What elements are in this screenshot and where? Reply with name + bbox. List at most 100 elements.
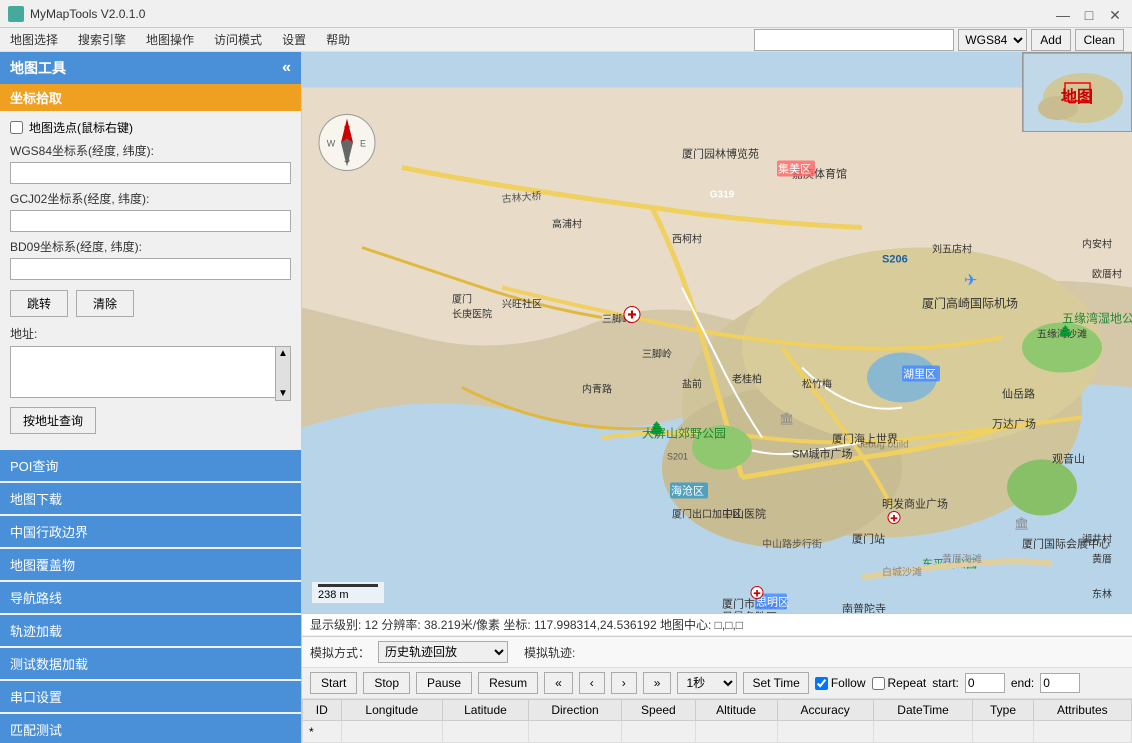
menu-item-搜索引擎[interactable]: 搜索引擎	[68, 29, 136, 50]
svg-text:S: S	[344, 155, 350, 165]
menu-item-帮助[interactable]: 帮助	[316, 29, 360, 50]
clean-button[interactable]: Clean	[1075, 29, 1124, 51]
svg-text:厦门园林博览苑: 厦门园林博览苑	[682, 147, 759, 161]
svg-text:仙岳路: 仙岳路	[1002, 388, 1035, 401]
row-marker: *	[303, 721, 342, 743]
start-button[interactable]: Start	[310, 672, 357, 694]
map-pick-label: 地图选点(鼠标右键)	[29, 119, 133, 136]
cell-9	[1033, 721, 1131, 743]
debug-text: debug build	[857, 440, 909, 451]
mini-map[interactable]: 地图	[1022, 52, 1132, 132]
cell-5	[695, 721, 777, 743]
section-coordinate: 坐标拾取	[0, 84, 301, 111]
nav-item-中国行政边界[interactable]: 中国行政边界	[0, 516, 301, 547]
end-value-input[interactable]	[1040, 673, 1080, 693]
maximize-button[interactable]: □	[1080, 6, 1098, 24]
start-value-input[interactable]	[965, 673, 1005, 693]
repeat-checkbox-label: Repeat	[872, 676, 927, 690]
nav-item-导航路线[interactable]: 导航路线	[0, 582, 301, 613]
map-container[interactable]: 古林大桥 S206 S201 G319 嘉庚体育馆 厦门园林博览苑 集美区 厦门…	[302, 52, 1132, 743]
svg-text:松竹梅: 松竹梅	[802, 378, 832, 391]
collapse-button[interactable]: «	[282, 59, 291, 77]
svg-text:老桂柏: 老桂柏	[732, 373, 762, 386]
next-next-button[interactable]: »	[643, 672, 672, 694]
address-query-button[interactable]: 按地址查询	[10, 407, 96, 434]
col-id: ID	[303, 700, 342, 721]
menu-item-地图选择[interactable]: 地图选择	[0, 29, 68, 50]
menu-item-访问模式[interactable]: 访问模式	[204, 29, 272, 50]
menu-item-地图操作[interactable]: 地图操作	[136, 29, 204, 50]
svg-text:湖井村: 湖井村	[1082, 533, 1112, 546]
data-table: IDLongitudeLatitudeDirectionSpeedAltitud…	[302, 699, 1132, 743]
nav-item-串口设置[interactable]: 串口设置	[0, 681, 301, 712]
repeat-checkbox[interactable]	[872, 677, 885, 690]
nav-items: POI查询地图下载中国行政边界地图覆盖物导航路线轨迹加载测试数据加载串口设置匹配…	[0, 450, 301, 743]
col-speed: Speed	[622, 700, 696, 721]
track-label: 模拟轨迹:	[524, 644, 575, 661]
stop-button[interactable]: Stop	[363, 672, 410, 694]
svg-text:E: E	[360, 139, 366, 149]
nav-item-POI查询[interactable]: POI查询	[0, 450, 301, 481]
coordinate-panel: 地图选点(鼠标右键) WGS84坐标系(经度, 纬度): GCJ02坐标系(经度…	[0, 111, 301, 442]
svg-text:盐前: 盐前	[682, 378, 702, 391]
next-button[interactable]: ›	[611, 672, 637, 694]
cell-7	[873, 721, 973, 743]
svg-text:SM城市广场: SM城市广场	[792, 447, 853, 461]
wgs84-label: WGS84坐标系(经度, 纬度):	[10, 142, 291, 159]
svg-text:兴旺社区: 兴旺社区	[502, 298, 542, 311]
table-row: *	[303, 721, 1132, 743]
svg-text:✈: ✈	[964, 273, 977, 290]
map-pick-checkbox[interactable]	[10, 121, 23, 134]
cell-2	[442, 721, 528, 743]
svg-text:欧厝村: 欧厝村	[1092, 268, 1122, 281]
prev-button[interactable]: ‹	[579, 672, 605, 694]
follow-checkbox[interactable]	[815, 677, 828, 690]
app-title: MyMapTools V2.0.1.0	[30, 7, 1124, 21]
svg-text:黄厝海滩: 黄厝海滩	[942, 553, 982, 566]
menu-item-设置[interactable]: 设置	[272, 29, 316, 50]
controls-bar: Start Stop Pause Resum « ‹ › » 1秒2秒5秒10秒…	[302, 668, 1132, 699]
col-type: Type	[973, 700, 1033, 721]
wgs84-input[interactable]	[10, 162, 291, 184]
coord-system-select[interactable]: WGS84GCJ02BD09	[958, 29, 1027, 51]
svg-text:厦门: 厦门	[452, 293, 472, 306]
set-time-button[interactable]: Set Time	[743, 672, 808, 694]
close-button[interactable]: ✕	[1106, 6, 1124, 24]
col-attributes: Attributes	[1033, 700, 1131, 721]
pause-button[interactable]: Pause	[416, 672, 472, 694]
nav-item-匹配测试[interactable]: 匹配测试	[0, 714, 301, 743]
nav-item-地图覆盖物[interactable]: 地图覆盖物	[0, 549, 301, 580]
svg-text:黄厝: 黄厝	[1092, 553, 1112, 566]
svg-text:长庚医院: 长庚医院	[452, 308, 492, 321]
svg-text:湖里区: 湖里区	[903, 368, 936, 381]
svg-text:海沧区: 海沧区	[671, 484, 704, 498]
gcj02-input[interactable]	[10, 210, 291, 232]
jump-button[interactable]: 跳转	[10, 290, 68, 317]
clear-button[interactable]: 清除	[76, 290, 134, 317]
map-pick-row: 地图选点(鼠标右键)	[10, 119, 291, 136]
col-datetime: DateTime	[873, 700, 973, 721]
svg-text:N: N	[344, 125, 351, 135]
add-button[interactable]: Add	[1031, 29, 1070, 51]
svg-text:五缘湾湿地公园: 五缘湾湿地公园	[1062, 311, 1132, 326]
search-input[interactable]	[754, 29, 954, 51]
scroll-up-btn[interactable]: ▲	[276, 347, 290, 360]
follow-label: Follow	[831, 676, 866, 690]
address-input[interactable]	[10, 346, 291, 398]
search-area: WGS84GCJ02BD09 Add Clean	[754, 29, 1132, 51]
bd09-input[interactable]	[10, 258, 291, 280]
nav-item-轨迹加载[interactable]: 轨迹加载	[0, 615, 301, 646]
mode-select[interactable]: 历史轨迹回放实时模拟	[378, 641, 508, 663]
resume-button[interactable]: Resum	[478, 672, 538, 694]
scroll-down-btn[interactable]: ▼	[276, 387, 290, 400]
svg-text:白城沙滩: 白城沙滩	[882, 566, 922, 579]
minimize-button[interactable]: —	[1054, 6, 1072, 24]
map-view[interactable]: 古林大桥 S206 S201 G319 嘉庚体育馆 厦门园林博览苑 集美区 厦门…	[302, 52, 1132, 613]
nav-item-测试数据加载[interactable]: 测试数据加载	[0, 648, 301, 679]
nav-item-地图下载[interactable]: 地图下载	[0, 483, 301, 514]
time-select[interactable]: 1秒2秒5秒10秒	[677, 672, 737, 694]
address-label: 地址:	[10, 325, 291, 342]
cell-8	[973, 721, 1033, 743]
gcj02-label: GCJ02坐标系(经度, 纬度):	[10, 190, 291, 207]
prev-prev-button[interactable]: «	[544, 672, 573, 694]
